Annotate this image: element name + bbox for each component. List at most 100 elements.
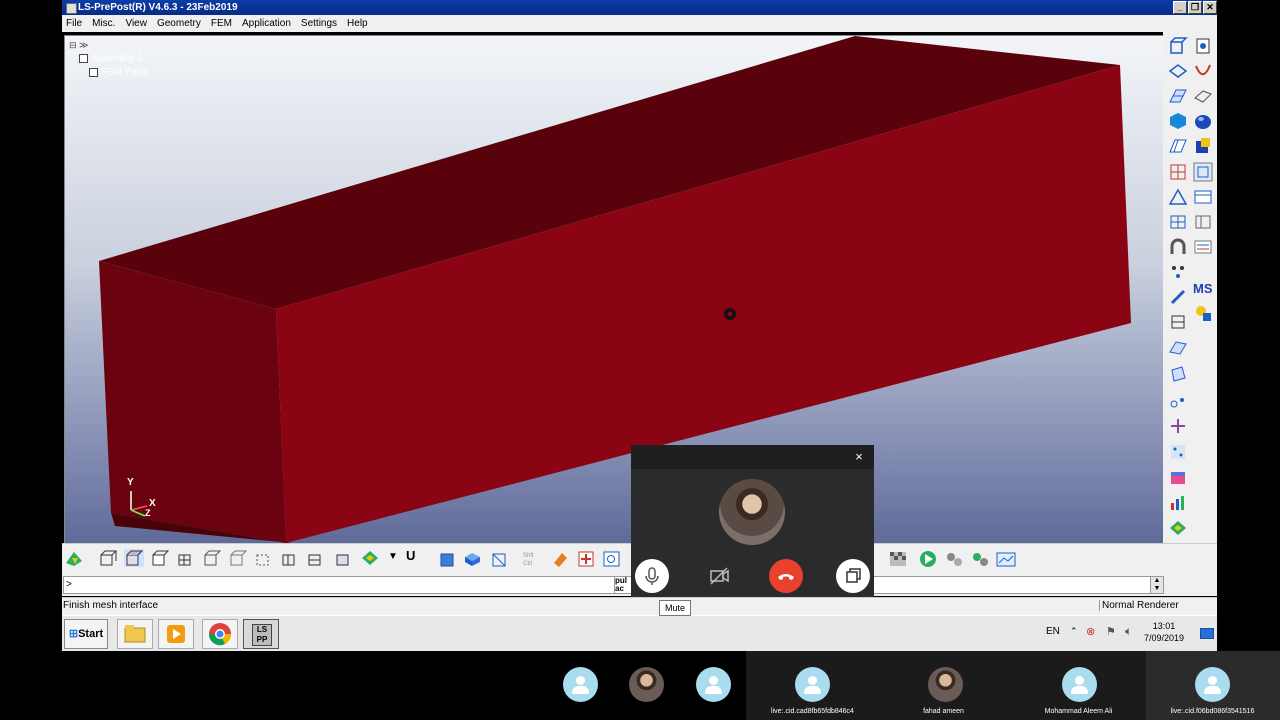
spinner-icon[interactable]: ▲ ▼ (1150, 576, 1164, 594)
participant-tile[interactable] (680, 651, 746, 720)
zoom-icon[interactable] (602, 549, 622, 567)
wire-blue-cube-icon[interactable] (490, 549, 510, 567)
eraser-icon[interactable] (550, 549, 570, 567)
menu-geometry[interactable]: Geometry (152, 15, 206, 32)
cross-icon[interactable] (1168, 416, 1188, 436)
triangle-mesh-icon[interactable] (1168, 187, 1188, 207)
tray-clock[interactable]: 13:01 7/09/2019 (1144, 620, 1184, 644)
tree-item-assembly[interactable]: Assembly 1 (69, 52, 148, 66)
minimize-button[interactable]: _ (1173, 1, 1187, 14)
node-m-icon[interactable] (1168, 390, 1188, 410)
mesh-cube-icon[interactable] (176, 549, 196, 567)
render-mode-icon[interactable] (64, 549, 84, 567)
menu-settings[interactable]: Settings (296, 15, 342, 32)
shrink-cube-icon[interactable] (334, 549, 354, 567)
grid-cube-icon[interactable] (306, 549, 326, 567)
element-edit-icon[interactable] (1168, 136, 1188, 156)
table-icon[interactable] (1193, 187, 1213, 207)
surface-icon[interactable] (1168, 338, 1188, 358)
popout-button[interactable] (836, 559, 870, 593)
menu-file[interactable]: File (62, 15, 87, 32)
command-output[interactable] (872, 576, 1156, 594)
participant-tile[interactable]: live:.cid.f06bd086f3541516 (1146, 651, 1280, 720)
nodes-icon[interactable] (1168, 262, 1188, 282)
fringe-cube-icon[interactable] (1168, 468, 1188, 488)
list-icon[interactable] (1193, 237, 1213, 257)
fringe-diamond-icon[interactable] (360, 549, 380, 567)
grid-icon[interactable] (1168, 212, 1188, 232)
curve-icon[interactable] (1193, 61, 1213, 81)
pencil-icon[interactable] (1168, 287, 1188, 307)
action-center-icon[interactable]: ⚑ (1106, 625, 1116, 638)
wire-cube-icon[interactable] (98, 549, 118, 567)
blue-cube-icon[interactable] (438, 549, 458, 567)
red-mesh-icon[interactable] (1168, 162, 1188, 182)
dotted-cube-icon[interactable] (254, 549, 274, 567)
tree-item-fem-parts[interactable]: FEM Parts (69, 66, 148, 80)
add-node-icon[interactable] (576, 549, 596, 567)
solid-hex-icon[interactable] (1168, 111, 1188, 131)
menu-application[interactable]: Application (237, 15, 296, 32)
feature-line-icon[interactable] (202, 549, 222, 567)
cube-wire-icon[interactable] (1168, 36, 1188, 56)
start-button[interactable]: ⊞Start (64, 619, 108, 649)
bar-chart-icon[interactable] (1168, 493, 1188, 513)
arch-icon[interactable] (1168, 237, 1188, 257)
plane-icon[interactable] (1168, 61, 1188, 81)
part-select-icon[interactable] (1193, 36, 1213, 56)
command-input[interactable]: > (63, 576, 617, 594)
tree-expand-icon[interactable]: ⊟ ≫ (69, 38, 148, 52)
close-window-button[interactable]: ✕ (1203, 1, 1217, 14)
video-toggle-button[interactable] (702, 559, 736, 593)
close-call-window-button[interactable]: × (850, 448, 868, 466)
volume-icon[interactable]: 🔈︎ (1125, 624, 1132, 639)
contour-icon[interactable] (1168, 518, 1188, 538)
language-indicator[interactable]: EN (1046, 626, 1060, 637)
hidden-line-icon[interactable] (150, 549, 170, 567)
checkbox-icon[interactable] (79, 53, 88, 63)
checkbox-icon[interactable] (89, 67, 98, 77)
participant-tile[interactable]: live:.cid.cad8fb65fdb846c4 (746, 651, 879, 720)
block-mesher-icon[interactable] (1193, 136, 1213, 156)
chrome-button[interactable] (202, 619, 238, 649)
participant-tile[interactable]: Mohammad Aleem Ali (1012, 651, 1146, 720)
mute-button[interactable] (635, 559, 669, 593)
auto-mesher-icon[interactable] (1193, 162, 1213, 182)
mesh-surface-icon[interactable] (1168, 86, 1188, 106)
participant-tile[interactable] (546, 651, 613, 720)
tools-icon[interactable] (1193, 303, 1213, 323)
edge-cube-icon[interactable] (228, 549, 248, 567)
menu-misc[interactable]: Misc. (87, 15, 120, 32)
menu-fem[interactable]: FEM (206, 15, 237, 32)
shell-icon[interactable] (1193, 86, 1213, 106)
mesh-node-icon[interactable] (1168, 312, 1188, 332)
shaded-cube-icon[interactable] (124, 549, 144, 567)
lsprepost-button[interactable]: LS PP (243, 619, 279, 649)
grid-dup-icon[interactable] (1193, 212, 1213, 232)
participant-tile[interactable]: fahad ameen (879, 651, 1012, 720)
u-icon[interactable]: U (406, 548, 415, 563)
end-call-button[interactable] (769, 559, 803, 593)
dots-icon[interactable] (1168, 442, 1188, 462)
show-desktop-icon[interactable] (1200, 628, 1214, 639)
menu-help[interactable]: Help (342, 15, 373, 32)
checker-icon[interactable] (888, 549, 908, 567)
green-gears-icon[interactable] (970, 549, 990, 567)
network-warning-icon[interactable]: ⊗ (1086, 625, 1095, 638)
media-player-button[interactable] (158, 619, 194, 649)
solid-mesh-icon[interactable] (1168, 364, 1188, 384)
solid-cube-icon[interactable] (462, 549, 482, 567)
maximize-button[interactable]: ❐ (1188, 1, 1202, 14)
gears-icon[interactable] (944, 549, 964, 567)
image-icon[interactable] (996, 549, 1016, 567)
ms-icon[interactable]: MS (1193, 278, 1213, 298)
elem-cube-icon[interactable] (280, 549, 300, 567)
dropdown-arrow-icon[interactable]: ▼ (388, 551, 398, 562)
command-history[interactable]: pul ac (614, 576, 632, 594)
tray-expand-icon[interactable]: ⌃ (1070, 626, 1078, 637)
explorer-button[interactable] (117, 619, 153, 649)
participant-tile[interactable] (613, 651, 680, 720)
shift-ctrl-icon[interactable]: Shft Ctrl (522, 549, 542, 567)
graphics-viewport[interactable]: Y X Z ⊟ ≫ Assembly 1 FEM Parts (64, 35, 1165, 544)
menu-view[interactable]: View (120, 15, 152, 32)
